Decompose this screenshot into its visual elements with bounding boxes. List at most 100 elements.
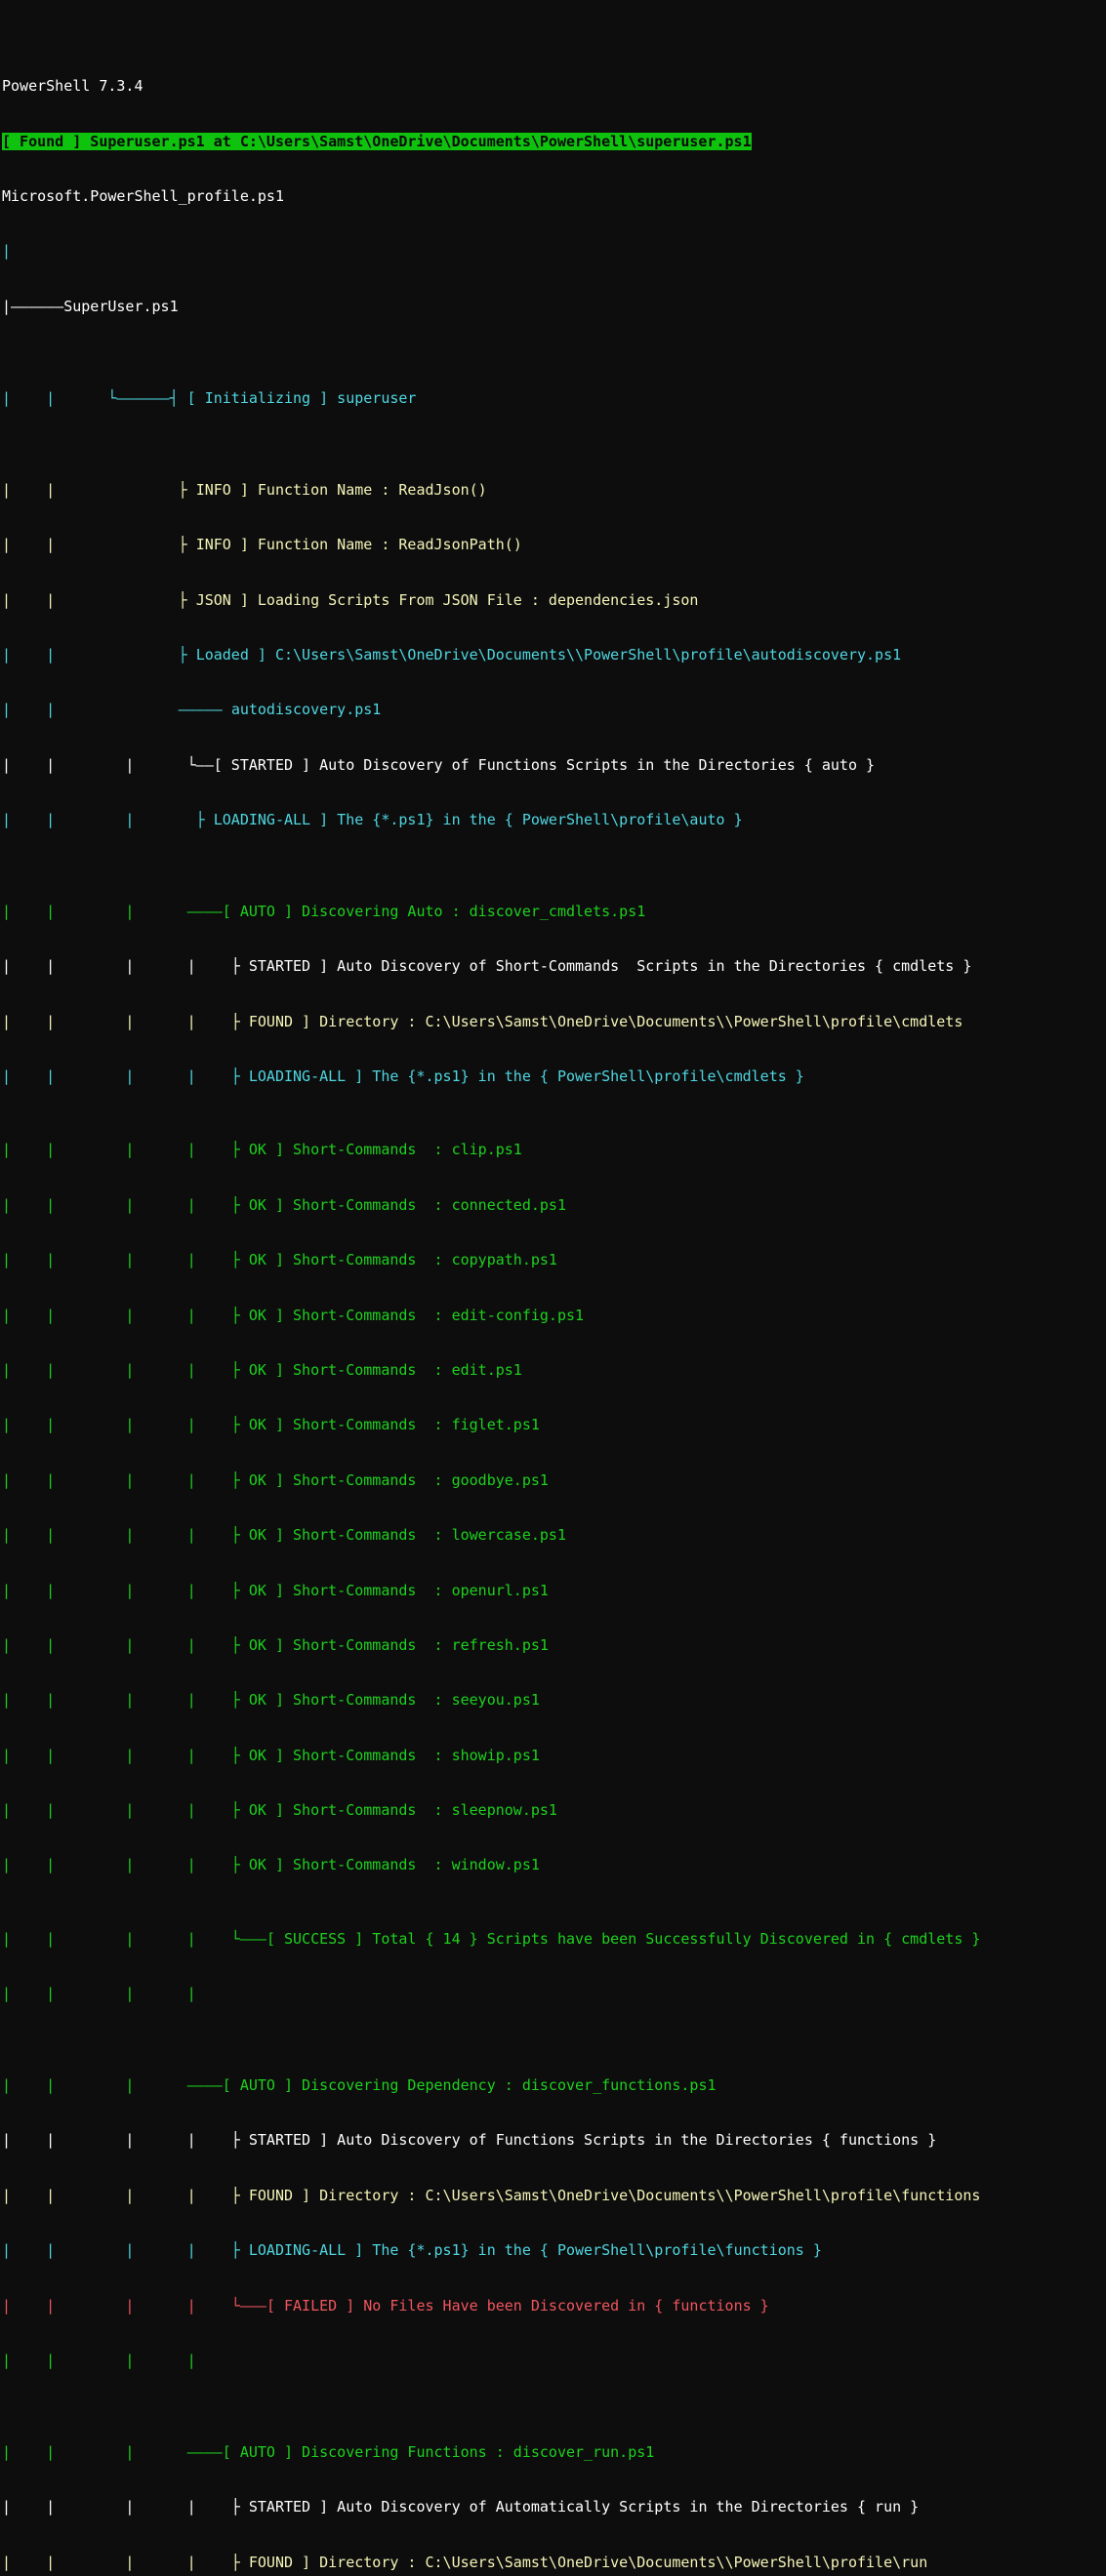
tree-prefix: | | | | ├ [2, 1361, 249, 1379]
tree-prefix: | | ├ [2, 591, 196, 609]
autodiscovery-node-text: autodiscovery.ps1 [231, 701, 382, 718]
started-run-line: | | | | ├ STARTED ] Auto Discovery of Au… [2, 2498, 1106, 2516]
tree-prefix: | | | ———— [2, 2076, 223, 2094]
terminal-screen[interactable]: PowerShell 7.3.4 [ Found ] Superuser.ps1… [0, 0, 1106, 2576]
found-banner-line: [ Found ] Superuser.ps1 at C:\Users\Sams… [2, 133, 1106, 151]
root-script-line: |——————SuperUser.ps1 [2, 298, 1106, 316]
tree-prefix: | | | | ├ [2, 2498, 249, 2516]
auto-run-text: [ AUTO ] Discovering Functions : discove… [223, 2443, 655, 2461]
cmdlet-row: | | | | ├ OK ] Short-Commands : edit-con… [2, 1307, 1106, 1325]
spacer-pipe-1: | [2, 242, 1106, 261]
tree-prefix: | | | ├ [2, 811, 214, 828]
cmdlet-label: OK ] Short-Commands : [249, 1856, 452, 1873]
cmdlet-label: OK ] Short-Commands : [249, 1691, 452, 1709]
tree-prefix: | | | | ├ [2, 1747, 249, 1764]
initializing-text: [ Initializing ] superuser [187, 389, 417, 407]
tree-prefix: | | └——————┤ [2, 389, 187, 407]
found-functions-text: FOUND ] Directory : C:\Users\Samst\OneDr… [249, 2187, 981, 2204]
powershell-version-line: PowerShell 7.3.4 [2, 77, 1106, 96]
cmdlet-file: openurl.ps1 [452, 1582, 549, 1599]
cmdlet-file: refresh.ps1 [452, 1636, 549, 1654]
cmdlet-file: figlet.ps1 [452, 1416, 540, 1433]
started-run-text: STARTED ] Auto Discovery of Automaticall… [249, 2498, 919, 2516]
started-cmdlets-text: STARTED ] Auto Discovery of Short-Comman… [249, 957, 972, 975]
loadingall-functions-line: | | | | ├ LOADING-ALL ] The {*.ps1} in t… [2, 2241, 1106, 2260]
cmdlet-row: | | | | ├ OK ] Short-Commands : showip.p… [2, 1747, 1106, 1765]
cmdlet-label: OK ] Short-Commands : [249, 1416, 452, 1433]
json-loading-line: | | ├ JSON ] Loading Scripts From JSON F… [2, 591, 1106, 610]
found-cmdlets-text: FOUND ] Directory : C:\Users\Samst\OneDr… [249, 1013, 963, 1030]
found-run-text: FOUND ] Directory : C:\Users\Samst\OneDr… [249, 2554, 927, 2571]
cmdlet-file: sleepnow.ps1 [452, 1801, 557, 1819]
tree-branch: |—————— [2, 298, 63, 315]
loadingall-auto-line: | | | ├ LOADING-ALL ] The {*.ps1} in the… [2, 811, 1106, 829]
cmdlet-file: clip.ps1 [452, 1141, 522, 1158]
tree-prefix: | | | | ├ [2, 1636, 249, 1654]
cmdlet-row: | | | | ├ OK ] Short-Commands : lowercas… [2, 1526, 1106, 1545]
tree-pipes: | | | | [2, 1985, 196, 2002]
loadingall-cmdlets-text: LOADING-ALL ] The {*.ps1} in the { Power… [249, 1067, 804, 1085]
tree-prefix: | | | | ├ [2, 1013, 249, 1030]
cmdlet-row: | | | | ├ OK ] Short-Commands : openurl.… [2, 1582, 1106, 1600]
cmdlet-file: seeyou.ps1 [452, 1691, 540, 1709]
tree-prefix: | | | | ├ [2, 2554, 249, 2571]
cmdlet-row: | | | | ├ OK ] Short-Commands : refresh.… [2, 1636, 1106, 1655]
tree-prefix: | | | | ├ [2, 2131, 249, 2149]
info-readjson-text: INFO ] Function Name : ReadJson() [196, 481, 487, 499]
cmdlet-label: OK ] Short-Commands : [249, 1361, 452, 1379]
cmdlet-row: | | | | ├ OK ] Short-Commands : edit.ps1 [2, 1361, 1106, 1380]
cmdlet-row: | | | | ├ OK ] Short-Commands : seeyou.p… [2, 1691, 1106, 1710]
profile-name-line: Microsoft.PowerShell_profile.ps1 [2, 187, 1106, 206]
spacer-line: | | | | [2, 1985, 1106, 2003]
profile-name-text: Microsoft.PowerShell_profile.ps1 [2, 187, 284, 205]
tree-prefix: | | | | ├ [2, 2241, 249, 2259]
auto-run-line: | | | ————[ AUTO ] Discovering Functions… [2, 2443, 1106, 2462]
cmdlet-row: | | | | ├ OK ] Short-Commands : copypath… [2, 1251, 1106, 1269]
loaded-autodiscovery-text: Loaded ] C:\Users\Samst\OneDrive\Documen… [196, 646, 901, 664]
cmdlet-label: OK ] Short-Commands : [249, 1801, 452, 1819]
cmdlet-file: window.ps1 [452, 1856, 540, 1873]
tree-prefix: | | ├ [2, 536, 196, 553]
found-run-line: | | | | ├ FOUND ] Directory : C:\Users\S… [2, 2554, 1106, 2572]
cmdlet-label: OK ] Short-Commands : [249, 1526, 452, 1544]
tree-prefix: | | | | ├ [2, 1067, 249, 1085]
tree-prefix: | | | | ├ [2, 1582, 249, 1599]
tree-prefix: | | | | └——— [2, 1930, 266, 1948]
tree-prefix: | | | ———— [2, 2443, 223, 2461]
tree-prefix: | | | └—— [2, 756, 214, 774]
initializing-line: | | └——————┤ [ Initializing ] superuser [2, 389, 1106, 408]
auto-cmdlets-text: [ AUTO ] Discovering Auto : discover_cmd… [223, 903, 645, 920]
started-cmdlets-line: | | | | ├ STARTED ] Auto Discovery of Sh… [2, 957, 1106, 976]
tree-prefix: | | | | └——— [2, 2297, 266, 2314]
found-cmdlets-line: | | | | ├ FOUND ] Directory : C:\Users\S… [2, 1013, 1106, 1031]
tree-prefix: | | ————— [2, 701, 231, 718]
cmdlet-row: | | | | ├ OK ] Short-Commands : sleepnow… [2, 1801, 1106, 1820]
root-script-text: SuperUser.ps1 [63, 298, 178, 315]
found-functions-line: | | | | ├ FOUND ] Directory : C:\Users\S… [2, 2187, 1106, 2205]
success-cmdlets-text: [ SUCCESS ] Total { 14 } Scripts have be… [266, 1930, 981, 1948]
cmdlet-file: showip.ps1 [452, 1747, 540, 1764]
tree-prefix: | | ├ [2, 481, 196, 499]
cmdlet-row: | | | | ├ OK ] Short-Commands : window.p… [2, 1856, 1106, 1874]
info-readjsonpath-line: | | ├ INFO ] Function Name : ReadJsonPat… [2, 536, 1106, 554]
tree-prefix: | | | | ├ [2, 1251, 249, 1268]
spacer-line: | | | | [2, 2352, 1106, 2370]
cmdlet-label: OK ] Short-Commands : [249, 1636, 452, 1654]
tree-prefix: | | | | ├ [2, 1471, 249, 1489]
tree-prefix: | | | | ├ [2, 1691, 249, 1709]
started-functions-line: | | | | ├ STARTED ] Auto Discovery of Fu… [2, 2131, 1106, 2150]
tree-prefix: | | | | ├ [2, 1801, 249, 1819]
cmdlet-label: OK ] Short-Commands : [249, 1582, 452, 1599]
auto-functions-text: [ AUTO ] Discovering Dependency : discov… [223, 2076, 717, 2094]
tree-prefix: | | | | ├ [2, 1196, 249, 1214]
failed-functions-line: | | | | └———[ FAILED ] No Files Have bee… [2, 2297, 1106, 2315]
tree-prefix: | | | | ├ [2, 957, 249, 975]
cmdlet-label: OK ] Short-Commands : [249, 1196, 452, 1214]
tree-pipe: | [2, 242, 11, 260]
cmdlet-file: edit-config.ps1 [452, 1307, 584, 1324]
auto-cmdlets-line: | | | ————[ AUTO ] Discovering Auto : di… [2, 903, 1106, 921]
failed-functions-text: [ FAILED ] No Files Have been Discovered… [266, 2297, 769, 2314]
tree-prefix: | | | | ├ [2, 2187, 249, 2204]
cmdlet-file: connected.ps1 [452, 1196, 566, 1214]
found-banner-text: [ Found ] Superuser.ps1 at C:\Users\Sams… [2, 133, 752, 150]
